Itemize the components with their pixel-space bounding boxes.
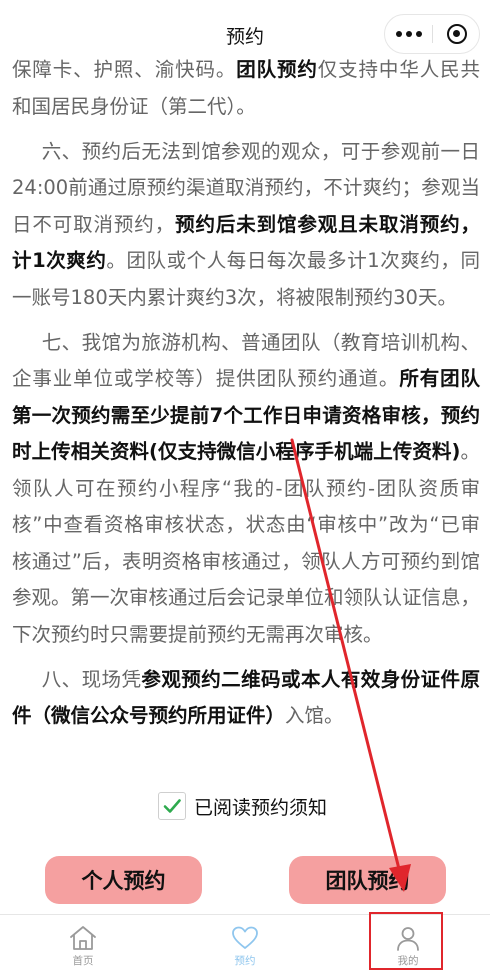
agreement-checkbox[interactable]	[158, 792, 186, 820]
agreement-label: 已阅读预约须知	[194, 796, 328, 819]
team-reservation-button[interactable]: 团队预约	[289, 856, 446, 904]
highlight-box	[369, 912, 443, 970]
rule-paragraph-8: 八、现场凭参观预约二维码或本人有效身份证件原件（微信公众号预约所用证件）入馆。	[12, 667, 480, 728]
checkmark-icon	[163, 799, 181, 813]
rule-paragraph-id: 保障卡、护照、渝快码。团队预约仅支持中华人民共和国居民身份证（第二代）。	[12, 58, 480, 118]
more-dots-icon[interactable]	[385, 15, 432, 53]
personal-reservation-button[interactable]: 个人预约	[45, 856, 202, 904]
tab-home-label: 首页	[72, 955, 94, 967]
mini-program-close-icon[interactable]	[433, 15, 480, 53]
rule-paragraph-6: 六、预约后无法到馆参观的观众，可于参观前一日24:00前通过原预约渠道取消预约，…	[12, 139, 480, 309]
tab-reserve[interactable]: 预约	[190, 915, 300, 972]
mini-program-capsule	[384, 14, 480, 54]
home-icon	[70, 926, 96, 950]
tab-home[interactable]: 首页	[28, 915, 138, 972]
rule-paragraph-7: 七、我馆为旅游机构、普通团队（教育培训机构、企事业单位或学校等）提供团队预约通道…	[12, 330, 481, 646]
heart-icon	[232, 926, 258, 949]
reservation-notice: 保障卡、护照、渝快码。团队预约仅支持中华人民共和国居民身份证（第二代）。 六、预…	[12, 52, 480, 743]
tab-reserve-label: 预约	[234, 955, 256, 967]
agreement-row[interactable]: 已阅读预约须知	[158, 790, 327, 822]
